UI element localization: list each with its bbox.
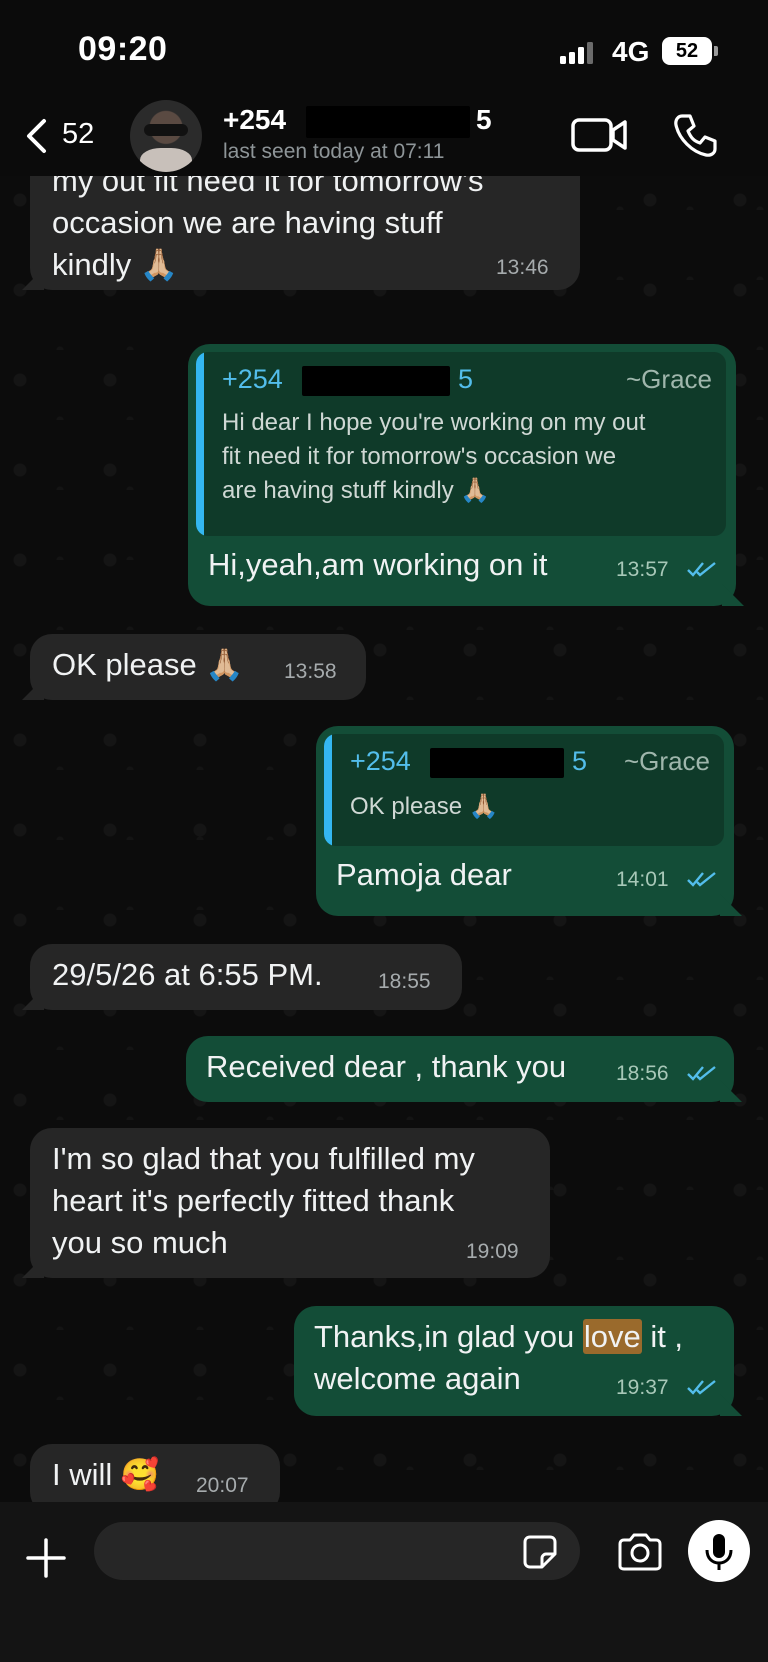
message-line: heart it's perfectly fitted thank <box>52 1183 455 1218</box>
quoted-author-suffix: 5 <box>572 746 588 776</box>
quoted-text: OK please 🙏🏼 <box>350 793 499 820</box>
message-text: I'm so glad that you fulfilled my heart … <box>52 1138 475 1264</box>
composer-bar <box>0 1502 768 1662</box>
quoted-message[interactable]: +254 5 ~Grace Hi dear I hope you're work… <box>196 352 726 536</box>
quoted-line: fit need it for tomorrow's occasion we <box>222 443 617 470</box>
message-list: my out fit need it for tomorrow's occasi… <box>0 176 768 1502</box>
read-ticks-icon <box>687 872 716 887</box>
bubble-tail <box>22 988 44 1010</box>
bubble-tail <box>22 678 44 700</box>
message-text: Hi,yeah,am working on it <box>208 547 548 582</box>
sticker-icon[interactable] <box>522 1534 558 1570</box>
message-line: occasion we are having stuff <box>52 205 443 240</box>
phone-icon[interactable] <box>670 110 720 160</box>
message-time: 20:07 <box>196 1474 249 1497</box>
message-outgoing[interactable]: Received dear , thank you 18:56 <box>186 1036 742 1102</box>
quoted-author-number: +254 <box>350 746 411 776</box>
video-call-icon[interactable] <box>570 112 628 158</box>
message-text: OK please 🙏🏼 <box>52 647 244 682</box>
quoted-author-name: ~Grace <box>624 746 710 776</box>
message-line: my out fit need it for tomorrow's <box>52 176 484 198</box>
unread-count[interactable]: 52 <box>62 118 94 151</box>
microphone-icon[interactable] <box>688 1520 750 1582</box>
message-line: you so much <box>52 1225 228 1260</box>
avatar[interactable] <box>130 100 202 172</box>
message-text: 29/5/26 at 6:55 PM. <box>52 957 323 992</box>
message-time: 19:37 <box>616 1376 669 1399</box>
message-text: my out fit need it for tomorrow's occasi… <box>52 176 483 286</box>
bubble-tail <box>22 268 44 290</box>
mic-glyph <box>705 1534 733 1570</box>
read-ticks-icon <box>687 1380 716 1395</box>
message-time: 18:55 <box>378 970 431 993</box>
quoted-line: Hi dear I hope you're working on my out <box>222 409 646 436</box>
message-outgoing[interactable]: Thanks,in glad you love it , welcome aga… <box>294 1306 742 1416</box>
message-fragment: Thanks,in glad you <box>314 1319 583 1354</box>
quoted-author-suffix: 5 <box>458 364 474 394</box>
quoted-author-number: +254 <box>222 364 283 394</box>
quoted-author-name: ~Grace <box>626 364 712 394</box>
message-incoming[interactable]: I will 🥰 20:07 <box>30 1444 280 1502</box>
back-chevron-icon[interactable] <box>18 116 58 156</box>
battery-icon: 52 <box>662 37 712 65</box>
redacted-number <box>302 366 450 396</box>
message-line: kindly 🙏🏼 <box>52 247 179 282</box>
quote-bar <box>196 352 204 536</box>
message-incoming[interactable]: 29/5/26 at 6:55 PM. 18:55 <box>22 944 462 1010</box>
message-time: 13:57 <box>616 558 669 581</box>
message-incoming[interactable]: I'm so glad that you fulfilled my heart … <box>22 1128 550 1278</box>
bubble-tail <box>720 1394 742 1416</box>
redacted-number <box>430 748 564 778</box>
read-ticks-icon <box>687 562 716 577</box>
contact-name-suffix[interactable]: 5 <box>476 104 492 136</box>
message-outgoing[interactable]: +254 5 ~Grace Hi dear I hope you're work… <box>188 344 744 606</box>
message-incoming[interactable]: my out fit need it for tomorrow's occasi… <box>22 176 580 290</box>
plus-icon[interactable] <box>24 1536 68 1580</box>
message-fragment: it , <box>641 1319 684 1354</box>
bubble-tail <box>22 1256 44 1278</box>
message-incoming[interactable]: OK please 🙏🏼 13:58 <box>22 634 366 700</box>
bubble-tail <box>720 1080 742 1102</box>
battery-tip <box>714 46 718 56</box>
message-line: Thanks,in glad you love it , <box>314 1316 683 1358</box>
search-highlight: love <box>582 1319 642 1354</box>
chat-header: 52 +254 5 last seen today at 07:11 <box>0 100 768 176</box>
signal-icon <box>560 40 598 64</box>
message-text: Received dear , thank you <box>206 1049 567 1084</box>
bubble-tail <box>722 584 744 606</box>
quote-bar <box>324 734 332 846</box>
message-time: 18:56 <box>616 1062 669 1085</box>
quoted-message[interactable]: +254 5 ~Grace OK please 🙏🏼 <box>324 734 724 846</box>
message-line: I'm so glad that you fulfilled my <box>52 1141 475 1176</box>
contact-name[interactable]: +254 <box>223 104 286 136</box>
message-input[interactable] <box>94 1522 580 1580</box>
message-time: 13:46 <box>496 256 549 279</box>
redacted-number <box>306 106 470 138</box>
bubble-tail <box>720 894 742 916</box>
status-time: 09:20 <box>78 30 168 68</box>
last-seen-status: last seen today at 07:11 <box>223 140 445 163</box>
read-ticks-icon <box>687 1066 716 1081</box>
status-bar: 09:20 4G 52 <box>0 0 768 100</box>
camera-icon[interactable] <box>616 1532 664 1572</box>
message-text: I will 🥰 <box>52 1457 160 1492</box>
message-outgoing[interactable]: +254 5 ~Grace OK please 🙏🏼 Pamoja dear 1… <box>316 726 742 916</box>
message-time: 19:09 <box>466 1240 519 1263</box>
network-type: 4G <box>612 36 650 67</box>
quoted-line: are having stuff kindly 🙏🏼 <box>222 477 491 504</box>
quoted-text: Hi dear I hope you're working on my out … <box>222 406 645 508</box>
message-text: Pamoja dear <box>336 857 512 892</box>
message-time: 14:01 <box>616 868 669 891</box>
message-time: 13:58 <box>284 660 337 683</box>
